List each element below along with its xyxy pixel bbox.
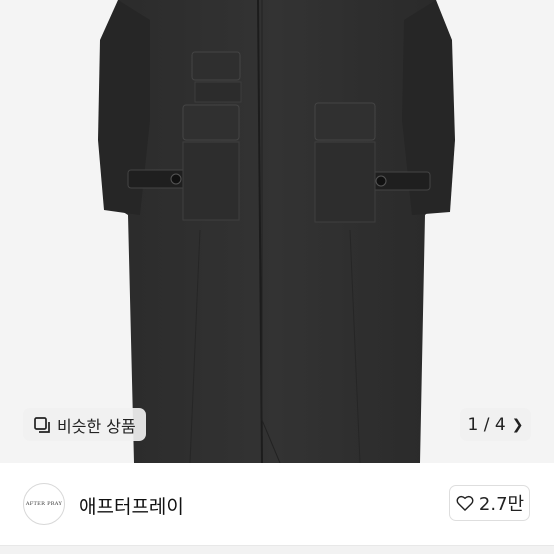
- image-pager-count: 1 / 4: [467, 414, 506, 435]
- image-pager-button[interactable]: 1 / 4 ❯: [460, 408, 531, 441]
- seller-avatar[interactable]: AFTER PRAY: [23, 483, 65, 525]
- seller-avatar-text: AFTER PRAY: [25, 501, 63, 507]
- similar-items-label: 비슷한 상품: [57, 416, 136, 436]
- section-divider: [0, 545, 554, 554]
- chevron-right-icon: ❯: [511, 416, 524, 433]
- like-button[interactable]: 2.7만: [449, 485, 530, 521]
- product-image[interactable]: 비슷한 상품 1 / 4 ❯: [0, 0, 554, 463]
- similar-items-icon: [34, 416, 50, 433]
- like-count: 2.7만: [478, 494, 525, 515]
- seller-name[interactable]: 애프터프레이: [79, 492, 184, 519]
- coat-illustration: [98, 0, 455, 463]
- heart-outline-icon: [456, 495, 474, 511]
- product-page: 비슷한 상품 1 / 4 ❯ AFTER PRAY 애프터프레이 2.7만: [0, 0, 554, 554]
- seller-section: AFTER PRAY 애프터프레이 2.7만: [0, 463, 554, 545]
- similar-items-button[interactable]: 비슷한 상품: [23, 408, 146, 441]
